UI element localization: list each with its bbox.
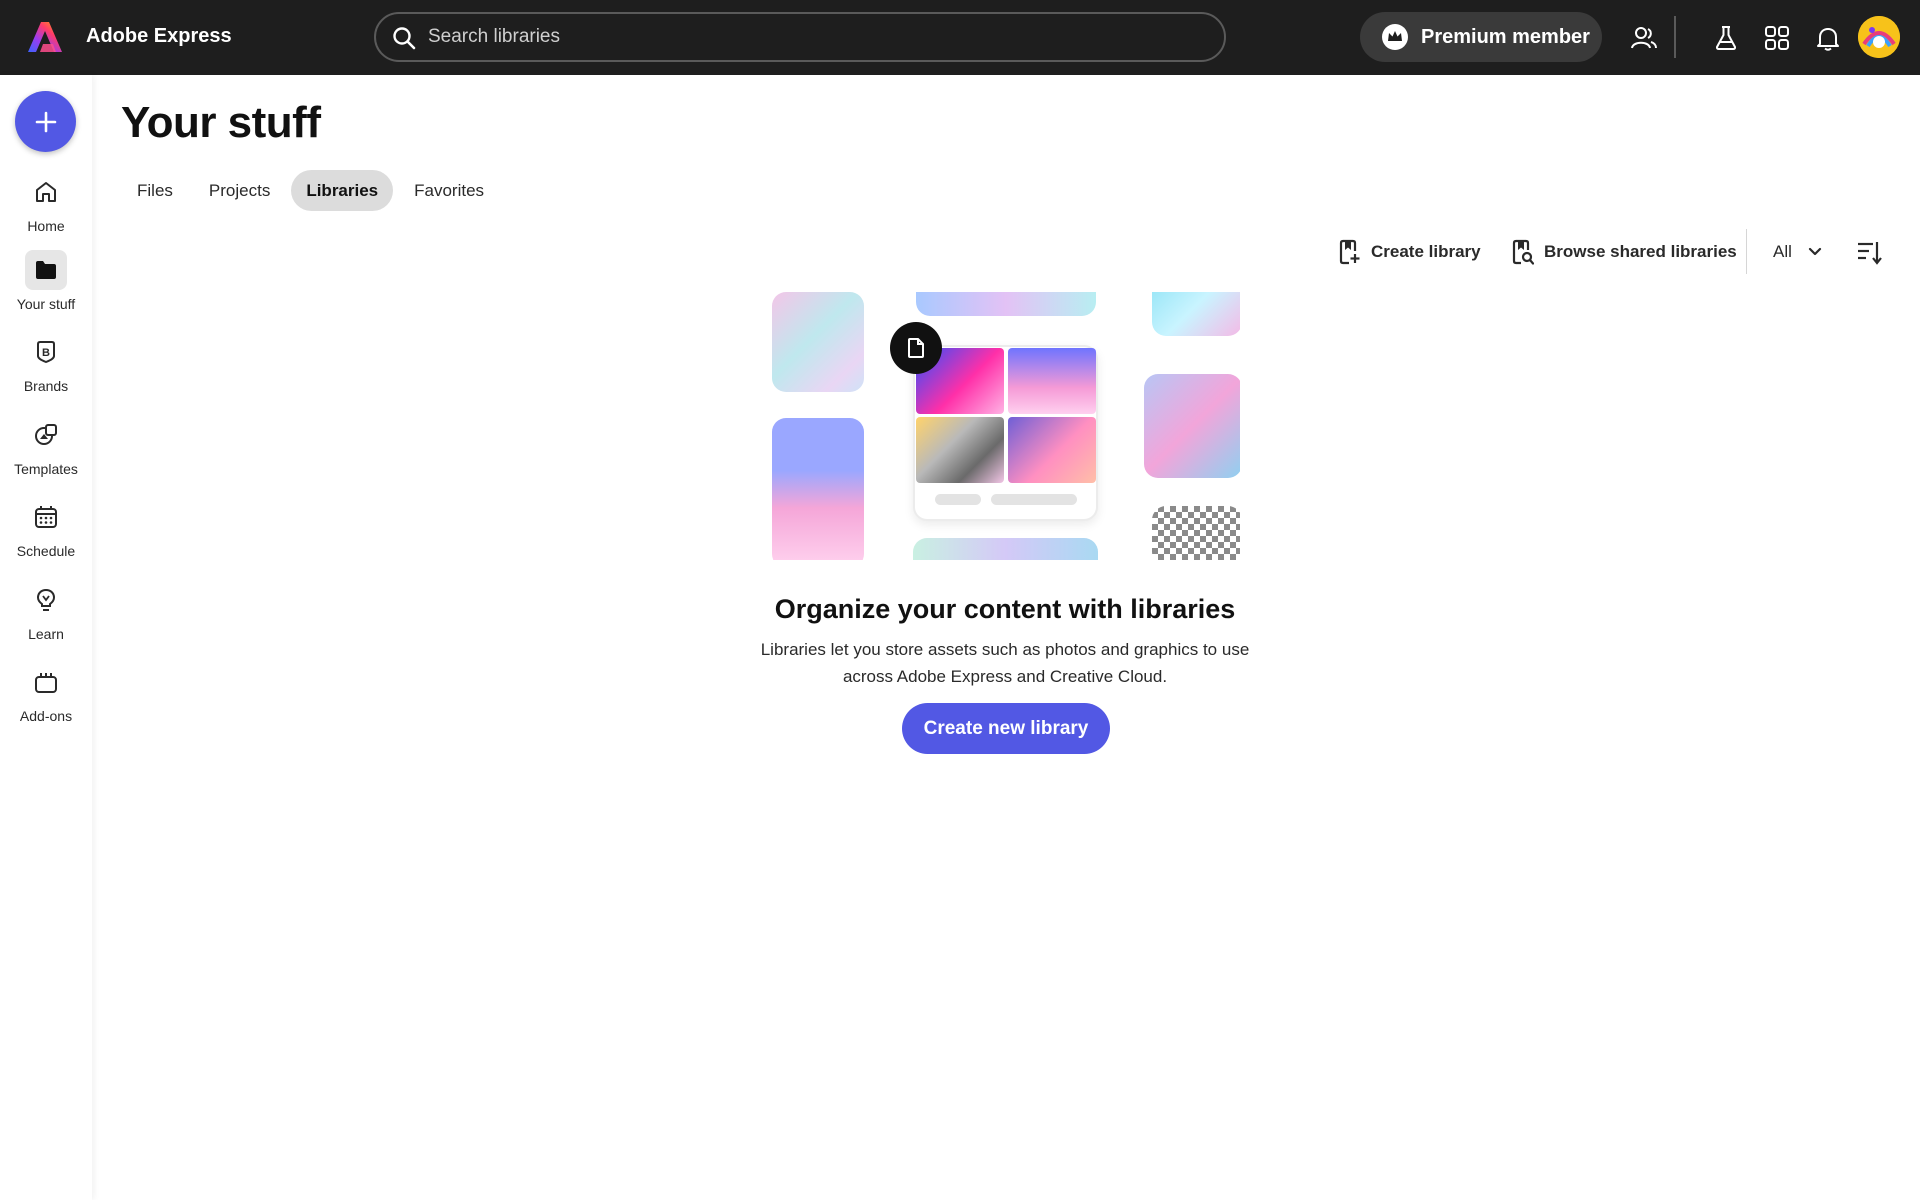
- home-icon: [25, 172, 67, 212]
- apps-grid-icon[interactable]: [1763, 24, 1791, 52]
- holographic-tile: [916, 292, 1096, 316]
- sidebar-item-your-stuff[interactable]: Your stuff: [0, 250, 92, 320]
- document-icon: [890, 322, 942, 374]
- transparency-tile: [1152, 506, 1240, 560]
- app-name[interactable]: Adobe Express: [86, 25, 232, 48]
- premium-member-button[interactable]: Premium member: [1360, 12, 1602, 62]
- adobe-express-logo-icon[interactable]: [27, 20, 63, 54]
- create-button[interactable]: [15, 91, 76, 152]
- library-preview-card: [913, 345, 1098, 521]
- tab-bar: Files Projects Libraries Favorites: [122, 170, 505, 211]
- sidebar-item-label: Add-ons: [19, 708, 73, 724]
- search-icon: [393, 27, 416, 50]
- bell-icon[interactable]: [1814, 24, 1842, 52]
- people-icon[interactable]: [1630, 24, 1658, 52]
- sidebar-item-label: Schedule: [16, 543, 76, 559]
- flask-icon[interactable]: [1712, 24, 1740, 52]
- holographic-tile: [1152, 292, 1240, 336]
- tab-favorites[interactable]: Favorites: [399, 170, 499, 211]
- library-search-icon: [1512, 239, 1534, 265]
- sidebar: Home Your stuff B Brands Templates Sched…: [0, 75, 92, 1200]
- sidebar-item-home[interactable]: Home: [0, 172, 92, 242]
- chevron-down-icon: [1808, 247, 1822, 256]
- sidebar-item-label: Brands: [23, 378, 69, 394]
- avatar[interactable]: [1858, 16, 1900, 58]
- search-input[interactable]: [428, 22, 1188, 52]
- libraries-illustration: [770, 292, 1240, 560]
- holographic-tile: [913, 538, 1098, 560]
- filter-dropdown[interactable]: All: [1773, 238, 1822, 266]
- plus-icon: [35, 111, 56, 132]
- sidebar-item-learn[interactable]: Learn: [0, 580, 92, 650]
- wave-art-tile: [772, 418, 864, 560]
- sidebar-item-label: Learn: [28, 626, 64, 642]
- page-title: Your stuff: [121, 98, 321, 147]
- library-add-icon: [1339, 239, 1360, 265]
- tab-projects[interactable]: Projects: [194, 170, 285, 211]
- crown-icon: [1382, 24, 1408, 50]
- svg-text:B: B: [42, 347, 50, 359]
- calendar-icon: [25, 497, 67, 537]
- topbar-divider: [1674, 16, 1676, 58]
- sidebar-item-schedule[interactable]: Schedule: [0, 497, 92, 567]
- create-library-label: Create library: [1371, 242, 1481, 261]
- empty-state-description: Libraries let you store assets such as p…: [760, 640, 1250, 686]
- sidebar-item-brands[interactable]: B Brands: [0, 332, 92, 402]
- sidebar-item-label: Home: [27, 218, 65, 234]
- holographic-tile: [772, 292, 864, 392]
- sidebar-item-templates[interactable]: Templates: [0, 415, 92, 485]
- top-bar: Adobe Express Premium member: [0, 0, 1920, 75]
- browse-shared-label: Browse shared libraries: [1544, 242, 1737, 261]
- create-new-library-button[interactable]: Create new library: [902, 703, 1110, 754]
- templates-icon: [25, 415, 67, 455]
- brand-icon: B: [25, 332, 67, 372]
- tab-files[interactable]: Files: [122, 170, 188, 211]
- premium-label: Premium member: [1421, 25, 1590, 48]
- addons-icon: [25, 662, 67, 702]
- toolbar-divider: [1746, 229, 1747, 274]
- search-bar[interactable]: [374, 12, 1226, 62]
- sidebar-item-label: Templates: [14, 461, 78, 477]
- sidebar-item-label: Your stuff: [16, 296, 76, 312]
- filter-value: All: [1773, 242, 1792, 261]
- folder-icon: [25, 250, 67, 290]
- sidebar-item-add-ons[interactable]: Add-ons: [0, 662, 92, 732]
- empty-state-title: Organize your content with libraries: [774, 594, 1236, 624]
- browse-shared-libraries-button[interactable]: Browse shared libraries: [1510, 236, 1737, 268]
- create-library-button[interactable]: Create library: [1337, 236, 1481, 268]
- lightning-art-tile: [1144, 374, 1240, 478]
- tab-libraries[interactable]: Libraries: [291, 170, 394, 211]
- lightbulb-icon: [25, 580, 67, 620]
- sort-icon[interactable]: [1855, 238, 1883, 266]
